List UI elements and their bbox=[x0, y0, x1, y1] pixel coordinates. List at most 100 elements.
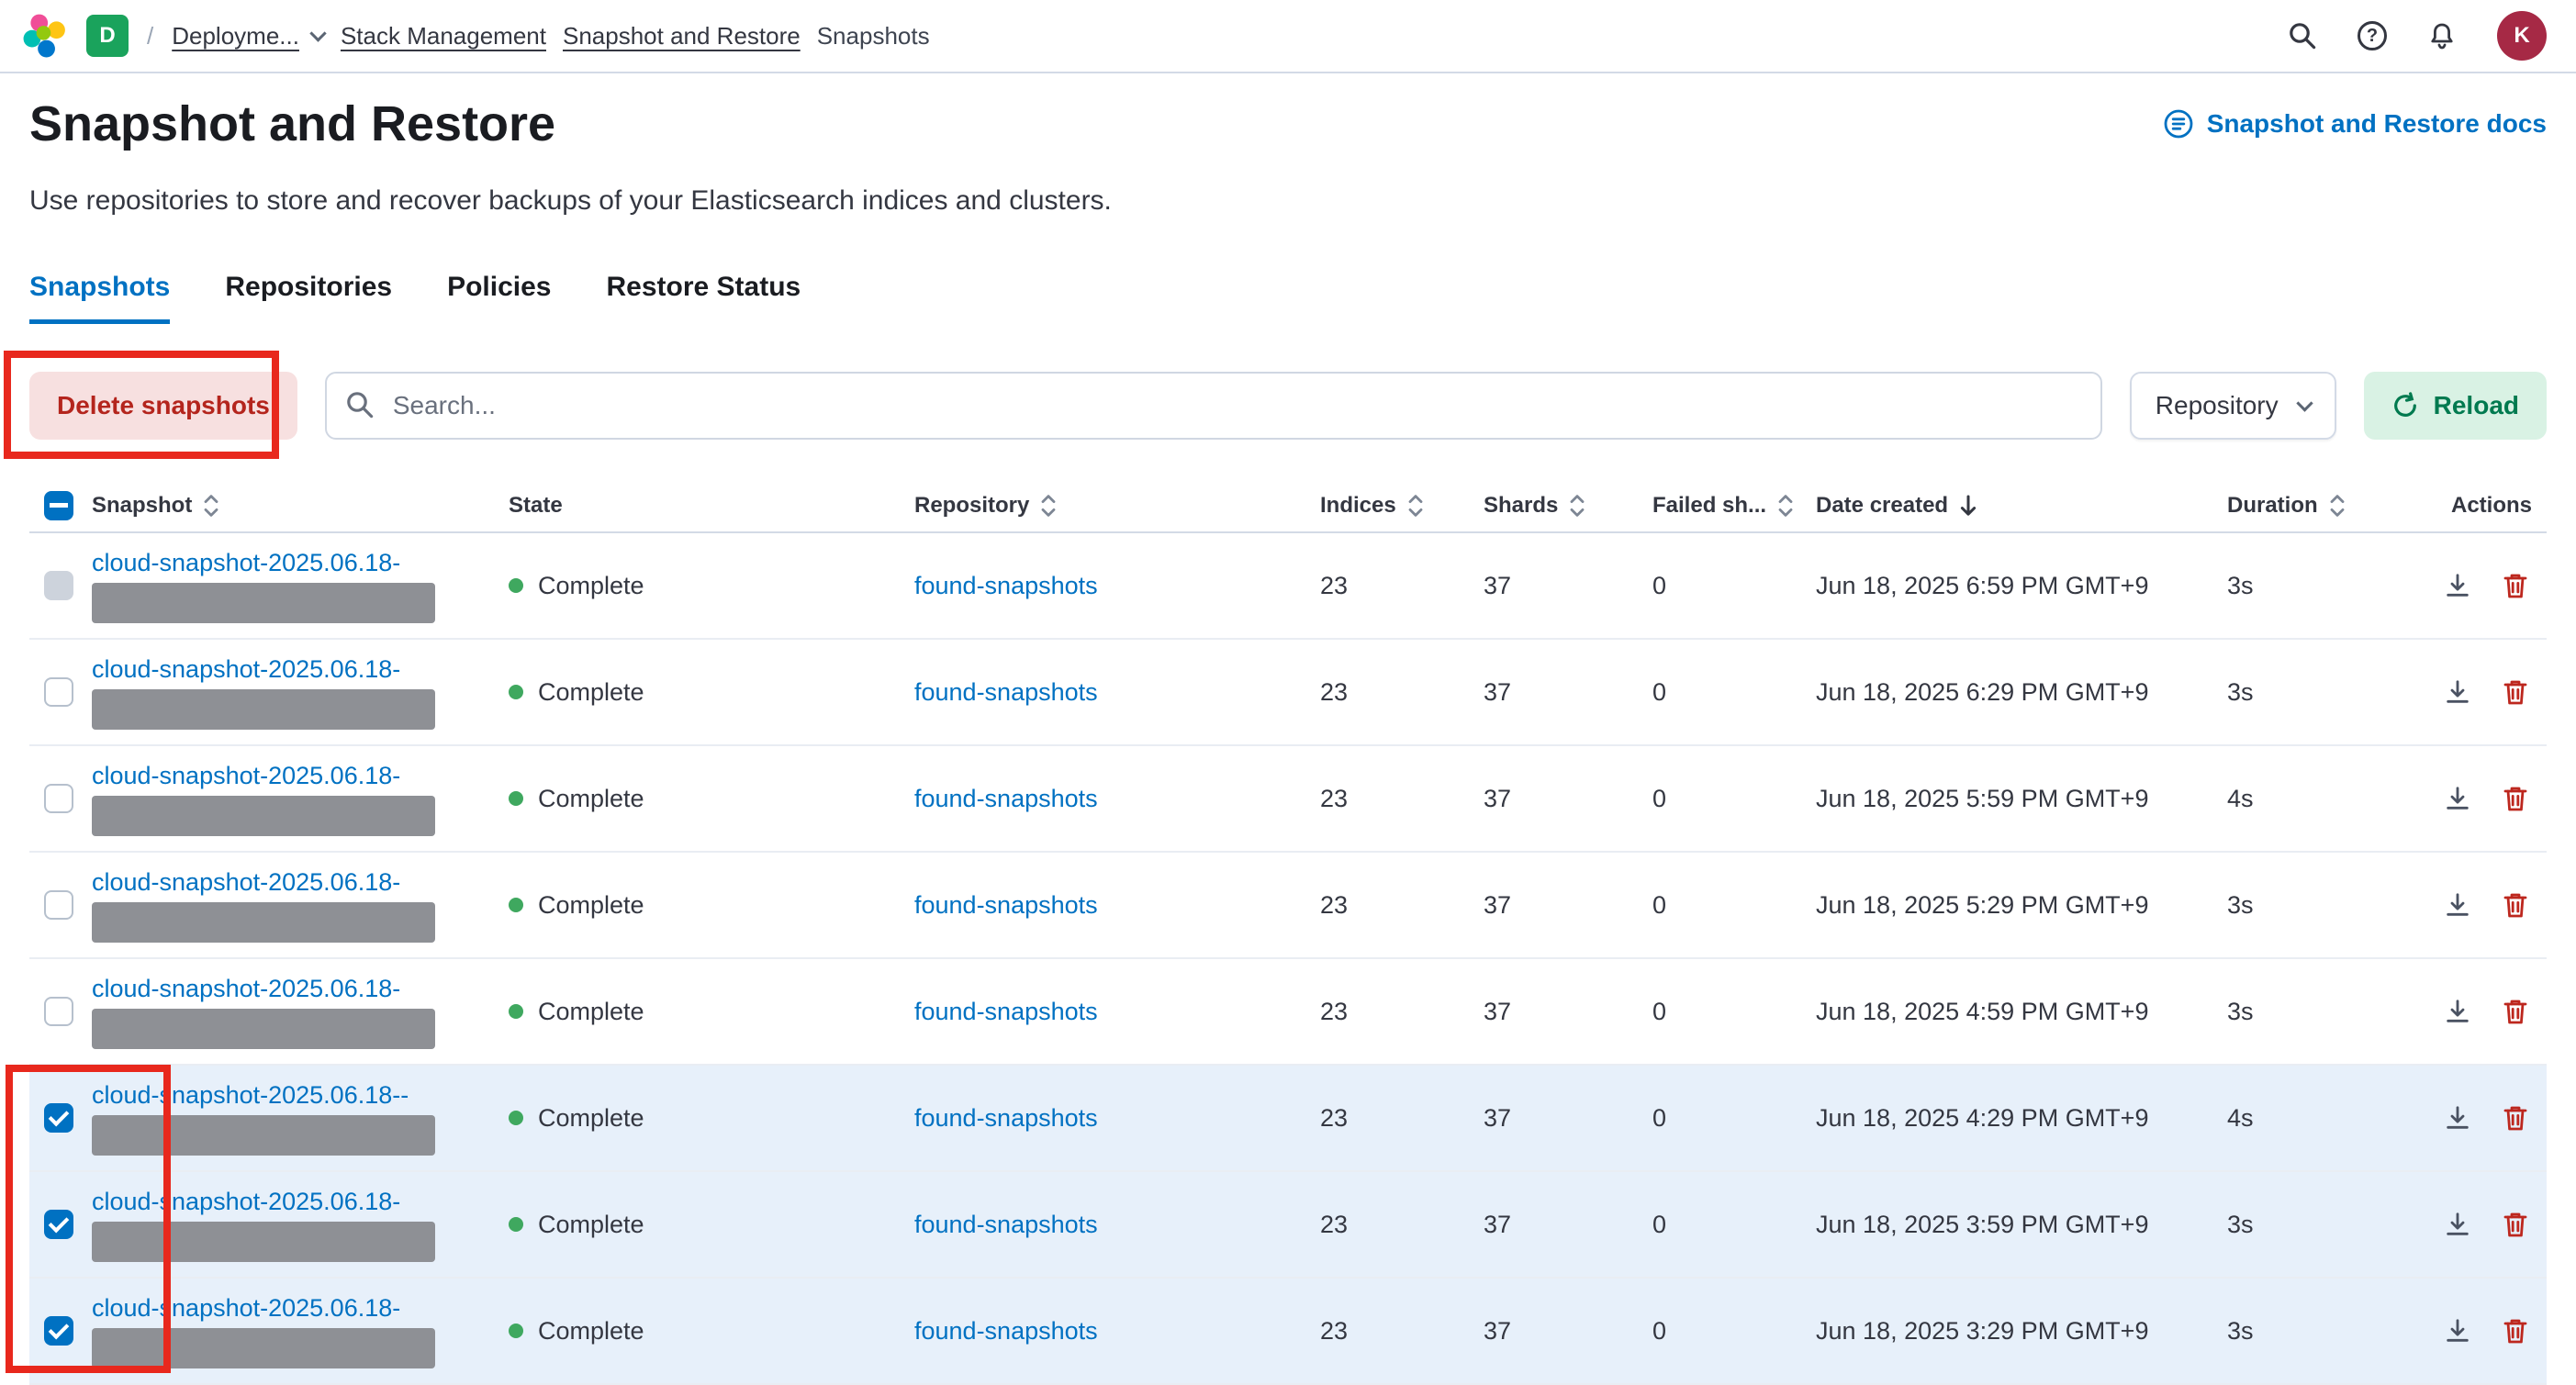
row-checkbox[interactable] bbox=[44, 997, 73, 1026]
repository-link[interactable]: found-snapshots bbox=[914, 1211, 1098, 1239]
breadcrumb-deployment[interactable]: Deployme... bbox=[172, 22, 324, 50]
column-header-date-created[interactable]: Date created bbox=[1816, 493, 2227, 519]
state-label: Complete bbox=[538, 1211, 644, 1239]
tab-repositories[interactable]: Repositories bbox=[225, 272, 392, 324]
delete-icon[interactable] bbox=[2503, 1317, 2528, 1345]
indices-value: 23 bbox=[1320, 678, 1484, 707]
duration-value: 3s bbox=[2227, 891, 2442, 920]
snapshot-link[interactable]: cloud-snapshot-2025.06.18- bbox=[92, 975, 400, 1003]
user-avatar[interactable]: K bbox=[2497, 11, 2547, 61]
row-checkbox[interactable] bbox=[44, 1103, 73, 1133]
repository-link[interactable]: found-snapshots bbox=[914, 785, 1098, 813]
tab-restore-status[interactable]: Restore Status bbox=[606, 272, 801, 324]
breadcrumb-snapshots: Snapshots bbox=[817, 22, 930, 50]
download-icon[interactable] bbox=[2444, 891, 2471, 919]
shards-value: 37 bbox=[1484, 785, 1652, 813]
delete-icon[interactable] bbox=[2503, 891, 2528, 919]
sort-icon bbox=[201, 494, 221, 518]
notifications-icon[interactable] bbox=[2427, 21, 2457, 50]
delete-icon[interactable] bbox=[2503, 1211, 2528, 1238]
duration-value: 3s bbox=[2227, 1211, 2442, 1239]
search-input[interactable] bbox=[325, 372, 2102, 440]
date-created-value: Jun 18, 2025 3:29 PM GMT+9 bbox=[1816, 1317, 2227, 1346]
indices-value: 23 bbox=[1320, 891, 1484, 920]
failed-shards-value: 0 bbox=[1652, 1211, 1816, 1239]
snapshot-link[interactable]: cloud-snapshot-2025.06.18-- bbox=[92, 1081, 409, 1110]
delete-icon[interactable] bbox=[2503, 678, 2528, 706]
table-row: cloud-snapshot-2025.06.18- Complete foun… bbox=[29, 533, 2547, 640]
breadcrumb-deployment-label: Deployme... bbox=[172, 22, 299, 50]
repository-link[interactable]: found-snapshots bbox=[914, 998, 1098, 1026]
select-all-checkbox[interactable] bbox=[44, 491, 73, 520]
delete-icon[interactable] bbox=[2503, 1104, 2528, 1132]
indices-value: 23 bbox=[1320, 1104, 1484, 1133]
row-checkbox[interactable] bbox=[44, 677, 73, 707]
shards-value: 37 bbox=[1484, 1317, 1652, 1346]
download-icon[interactable] bbox=[2444, 1211, 2471, 1238]
row-checkbox[interactable] bbox=[44, 571, 73, 600]
column-header-actions: Actions bbox=[2442, 493, 2547, 519]
breadcrumb-snapshot-and-restore[interactable]: Snapshot and Restore bbox=[563, 22, 801, 50]
column-header-indices[interactable]: Indices bbox=[1320, 493, 1484, 519]
reload-button[interactable]: Reload bbox=[2364, 372, 2547, 440]
failed-shards-value: 0 bbox=[1652, 572, 1816, 600]
tab-snapshots[interactable]: Snapshots bbox=[29, 272, 170, 324]
repository-link[interactable]: found-snapshots bbox=[914, 1104, 1098, 1133]
state-label: Complete bbox=[538, 998, 644, 1026]
table-row: cloud-snapshot-2025.06.18- Complete foun… bbox=[29, 959, 2547, 1066]
row-checkbox[interactable] bbox=[44, 1316, 73, 1346]
table-controls: Delete snapshots Repository Reload bbox=[29, 372, 2547, 440]
deployment-badge[interactable]: D bbox=[86, 15, 129, 57]
column-header-repository[interactable]: Repository bbox=[914, 493, 1320, 519]
duration-value: 3s bbox=[2227, 1317, 2442, 1346]
snapshot-link[interactable]: cloud-snapshot-2025.06.18- bbox=[92, 762, 400, 790]
column-header-failed-shards[interactable]: Failed sh... bbox=[1652, 493, 1816, 519]
download-icon[interactable] bbox=[2444, 678, 2471, 706]
delete-icon[interactable] bbox=[2503, 785, 2528, 812]
delete-icon[interactable] bbox=[2503, 998, 2528, 1025]
table-row: cloud-snapshot-2025.06.18- Complete foun… bbox=[29, 640, 2547, 746]
delete-snapshots-button[interactable]: Delete snapshots bbox=[29, 372, 297, 440]
table-row: cloud-snapshot-2025.06.18- Complete foun… bbox=[29, 1172, 2547, 1279]
date-created-value: Jun 18, 2025 4:29 PM GMT+9 bbox=[1816, 1104, 2227, 1133]
download-icon[interactable] bbox=[2444, 1317, 2471, 1345]
snapshot-link[interactable]: cloud-snapshot-2025.06.18- bbox=[92, 655, 400, 684]
shards-value: 37 bbox=[1484, 1104, 1652, 1133]
breadcrumb-stack-management[interactable]: Stack Management bbox=[341, 22, 546, 50]
indices-value: 23 bbox=[1320, 998, 1484, 1026]
chevron-down-icon bbox=[309, 25, 326, 41]
redacted-snapshot-suffix bbox=[92, 583, 435, 623]
repository-link[interactable]: found-snapshots bbox=[914, 1317, 1098, 1346]
column-header-shards[interactable]: Shards bbox=[1484, 493, 1652, 519]
snapshot-link[interactable]: cloud-snapshot-2025.06.18- bbox=[92, 549, 400, 577]
chevron-down-icon bbox=[2296, 395, 2313, 411]
tab-policies[interactable]: Policies bbox=[447, 272, 551, 324]
repository-filter-button[interactable]: Repository bbox=[2130, 372, 2336, 440]
row-checkbox[interactable] bbox=[44, 890, 73, 920]
elastic-logo-icon[interactable] bbox=[22, 13, 68, 59]
status-complete-dot bbox=[509, 898, 523, 912]
help-icon[interactable]: ? bbox=[2358, 21, 2387, 50]
column-header-duration[interactable]: Duration bbox=[2227, 493, 2442, 519]
snapshot-link[interactable]: cloud-snapshot-2025.06.18- bbox=[92, 868, 400, 897]
download-icon[interactable] bbox=[2444, 572, 2471, 599]
snapshot-link[interactable]: cloud-snapshot-2025.06.18- bbox=[92, 1294, 400, 1323]
failed-shards-value: 0 bbox=[1652, 1104, 1816, 1133]
row-checkbox[interactable] bbox=[44, 784, 73, 813]
search-icon[interactable] bbox=[2288, 21, 2317, 50]
delete-icon[interactable] bbox=[2503, 572, 2528, 599]
repository-filter-label: Repository bbox=[2156, 391, 2279, 420]
download-icon[interactable] bbox=[2444, 785, 2471, 812]
date-created-value: Jun 18, 2025 6:59 PM GMT+9 bbox=[1816, 572, 2227, 600]
repository-link[interactable]: found-snapshots bbox=[914, 572, 1098, 600]
column-header-snapshot[interactable]: Snapshot bbox=[92, 493, 509, 519]
row-checkbox[interactable] bbox=[44, 1210, 73, 1239]
download-icon[interactable] bbox=[2444, 998, 2471, 1025]
repository-link[interactable]: found-snapshots bbox=[914, 678, 1098, 707]
download-icon[interactable] bbox=[2444, 1104, 2471, 1132]
repository-link[interactable]: found-snapshots bbox=[914, 891, 1098, 920]
docs-link[interactable]: Snapshot and Restore docs bbox=[2163, 108, 2547, 140]
failed-shards-value: 0 bbox=[1652, 678, 1816, 707]
snapshot-link[interactable]: cloud-snapshot-2025.06.18- bbox=[92, 1188, 400, 1216]
kibana-app: D / Deployme... Stack Management Snapsho… bbox=[0, 0, 2576, 1382]
